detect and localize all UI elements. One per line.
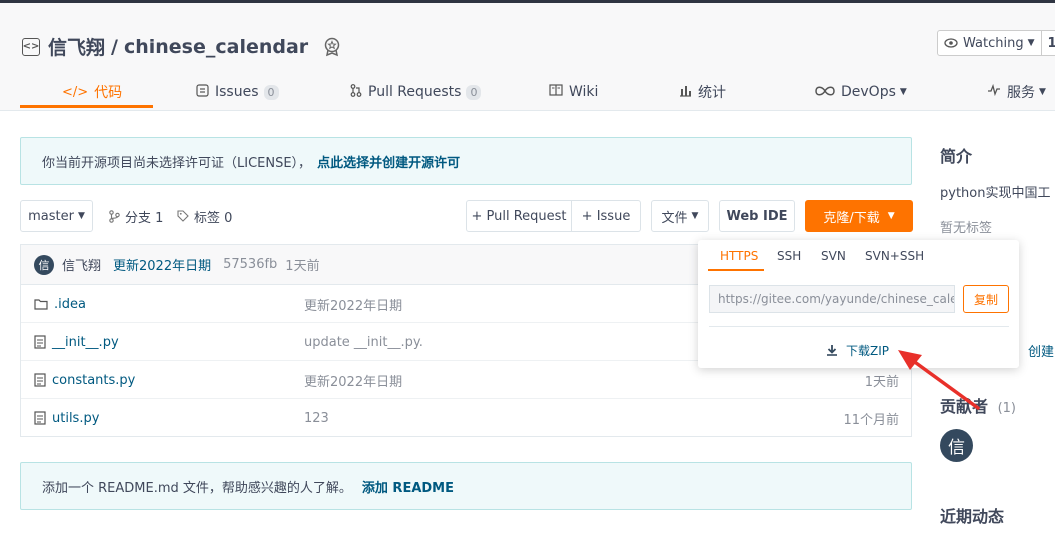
download-zip-label: 下载ZIP bbox=[846, 343, 889, 358]
repo-owner-link[interactable]: 信飞翔 bbox=[48, 33, 105, 60]
download-zip-link[interactable]: 下载ZIP bbox=[826, 340, 889, 360]
add-readme-link[interactable]: 添加 README bbox=[362, 477, 454, 496]
create-license-link[interactable]: 点此选择并创建开源许可 bbox=[317, 152, 460, 171]
tab-issues-count: 0 bbox=[263, 84, 279, 100]
file-icon bbox=[34, 335, 46, 349]
pull-request-icon bbox=[350, 83, 362, 101]
code-icon: </> bbox=[62, 84, 89, 100]
folder-icon bbox=[34, 298, 48, 310]
repo-name-link[interactable]: chinese_calendar bbox=[124, 36, 308, 58]
repo-separator: / bbox=[111, 35, 118, 58]
branches-label: 分支 1 bbox=[125, 210, 164, 226]
tab-issues-label: Issues bbox=[215, 84, 259, 100]
branch-select[interactable]: master ▼ bbox=[20, 200, 93, 232]
intro-title: 简介 bbox=[940, 147, 973, 166]
infinity-icon bbox=[815, 85, 835, 100]
tab-pull-requests-label: Pull Requests bbox=[368, 84, 462, 100]
contributors-title: 贡献者 bbox=[940, 397, 989, 416]
file-name-link[interactable]: utils.py bbox=[34, 399, 99, 437]
commit-author[interactable]: 信飞翔 bbox=[62, 255, 101, 274]
dropdown-divider bbox=[709, 326, 1009, 327]
tab-wiki-label: Wiki bbox=[569, 84, 599, 100]
repo-title: <> 信飞翔 / chinese_calendar bbox=[22, 33, 342, 60]
issues-icon bbox=[196, 83, 209, 101]
activity-title: 近期动态 bbox=[940, 507, 1005, 526]
chevron-down-icon: ▼ bbox=[899, 87, 907, 97]
tab-svn-ssh[interactable]: SVN+SSH bbox=[865, 240, 924, 272]
bar-chart-icon bbox=[679, 84, 692, 101]
book-icon bbox=[549, 84, 563, 100]
file-icon bbox=[34, 411, 46, 425]
tab-https[interactable]: HTTPS bbox=[720, 240, 758, 272]
files-dropdown-label: 文件 bbox=[661, 210, 688, 226]
file-commit-message[interactable]: 更新2022年日期 bbox=[304, 361, 402, 399]
files-dropdown-button[interactable]: 文件 ▼ bbox=[651, 200, 709, 232]
commit-hash[interactable]: 57536fb bbox=[223, 257, 277, 272]
intro-text: python实现中国工 bbox=[940, 186, 1051, 201]
tab-pull-requests-count: 0 bbox=[466, 84, 482, 100]
new-issue-button[interactable]: + Issue bbox=[571, 200, 641, 232]
tab-devops-label: DevOps bbox=[841, 84, 896, 100]
tab-svn[interactable]: SVN bbox=[821, 240, 846, 272]
tab-devops[interactable]: DevOps ▼ bbox=[815, 73, 907, 111]
branch-toolbar: master ▼ 分支 1 标签 0 + Pull Request + Issu… bbox=[20, 200, 913, 232]
branch-icon bbox=[109, 209, 120, 223]
tab-ssh[interactable]: SSH bbox=[777, 240, 801, 272]
active-tab-indicator bbox=[708, 269, 764, 271]
new-pull-request-button[interactable]: + Pull Request bbox=[466, 200, 572, 232]
file-name: __init__.py bbox=[52, 334, 119, 350]
avatar[interactable]: 信 bbox=[940, 429, 973, 462]
tags-link[interactable]: 标签 0 bbox=[177, 200, 232, 232]
tab-stats-label: 统计 bbox=[698, 85, 726, 101]
file-commit-message[interactable]: 更新2022年日期 bbox=[304, 285, 402, 323]
chevron-down-icon: ▼ bbox=[691, 211, 699, 221]
contributors-count: (1) bbox=[997, 401, 1017, 416]
tags-label: 标签 0 bbox=[194, 210, 233, 226]
table-row: utils.py 123 11个月前 bbox=[21, 399, 911, 437]
clone-download-label: 克隆/下载 bbox=[823, 210, 880, 226]
file-name: .idea bbox=[54, 296, 86, 312]
tab-code-label: 代码 bbox=[94, 85, 123, 101]
file-name: utils.py bbox=[52, 410, 100, 426]
chevron-down-icon: ▼ bbox=[77, 211, 85, 221]
contributors-heading: 贡献者 (1) bbox=[940, 393, 1016, 417]
clone-url-input[interactable]: https://gitee.com/yayunde/chinese_calend… bbox=[709, 285, 955, 313]
file-name: constants.py bbox=[52, 372, 136, 388]
repo-tabs: </> 代码 Issues 0 Pull Requests 0 Wiki 统计 … bbox=[0, 73, 1055, 111]
commit-time: 1天前 bbox=[285, 259, 320, 274]
branch-select-label: master bbox=[28, 208, 74, 224]
download-icon bbox=[826, 344, 838, 356]
copy-url-button[interactable]: 复制 bbox=[963, 285, 1009, 313]
active-tab-indicator bbox=[20, 105, 153, 108]
file-name-link[interactable]: .idea bbox=[34, 285, 86, 323]
branches-link[interactable]: 分支 1 bbox=[109, 200, 163, 232]
award-badge-icon[interactable] bbox=[322, 37, 342, 57]
commit-message[interactable]: 更新2022年日期 bbox=[113, 255, 211, 274]
clone-dropdown: HTTPS SSH SVN SVN+SSH https://gitee.com/… bbox=[698, 240, 1019, 368]
tab-issues[interactable]: Issues 0 bbox=[196, 73, 279, 111]
tab-wiki[interactable]: Wiki bbox=[549, 73, 598, 111]
file-commit-time: 11个月前 bbox=[843, 412, 899, 428]
caret-down-icon: ▼ bbox=[887, 211, 895, 221]
file-name-link[interactable]: constants.py bbox=[34, 361, 135, 399]
license-notice-text: 你当前开源项目尚未选择许可证（LICENSE）， bbox=[42, 155, 312, 171]
tab-stats[interactable]: 统计 bbox=[679, 73, 726, 111]
repo-header: <> 信飞翔 / chinese_calendar Watching ▼ 1 <… bbox=[0, 3, 1055, 111]
avatar[interactable]: 信 bbox=[34, 254, 54, 275]
readme-notice-text: 添加一个 README.md 文件，帮助感兴趣的人了解。 bbox=[42, 480, 352, 496]
license-notice: 你当前开源项目尚未选择许可证（LICENSE）， 点此选择并创建开源许可 bbox=[20, 137, 912, 185]
file-commit-message[interactable]: 123 bbox=[304, 399, 329, 437]
web-ide-button[interactable]: Web IDE bbox=[719, 200, 795, 232]
create-link[interactable]: 创建 bbox=[1028, 341, 1054, 360]
no-tags-text: 暂无标签 bbox=[940, 221, 993, 236]
file-name-link[interactable]: __init__.py bbox=[34, 323, 119, 361]
clone-download-button[interactable]: 克隆/下载 ▼ bbox=[805, 200, 913, 232]
readme-notice: 添加一个 README.md 文件，帮助感兴趣的人了解。 添加 README bbox=[20, 462, 912, 510]
file-commit-message[interactable]: update __init__.py. bbox=[304, 323, 423, 361]
tag-icon bbox=[177, 210, 189, 222]
repo-code-icon: <> bbox=[22, 37, 40, 56]
tab-pull-requests[interactable]: Pull Requests 0 bbox=[350, 73, 482, 111]
file-icon bbox=[34, 373, 46, 387]
